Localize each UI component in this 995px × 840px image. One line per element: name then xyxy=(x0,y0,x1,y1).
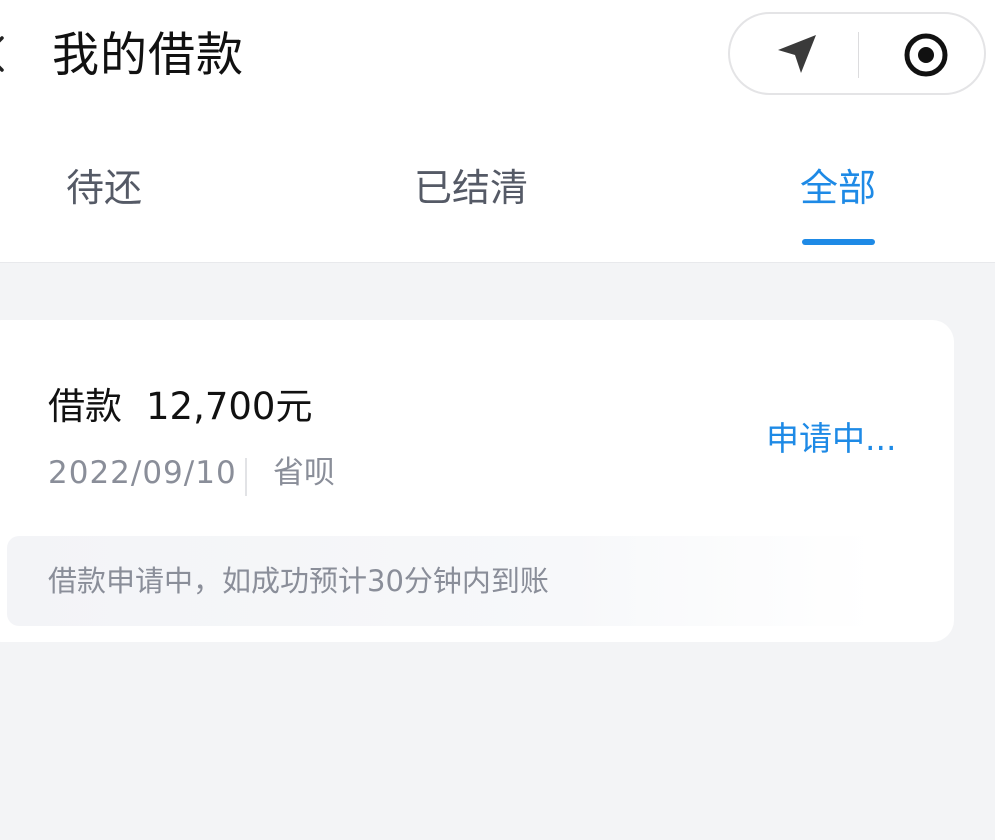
loan-notice: 借款申请中，如成功预计30分钟内到账 xyxy=(7,536,875,626)
capsule-divider xyxy=(858,32,859,78)
target-icon[interactable] xyxy=(902,31,950,79)
page-title: 我的借款 xyxy=(52,28,244,83)
tab-settled[interactable]: 已结清 xyxy=(414,160,528,216)
loan-title: 借款 12,700元 xyxy=(48,380,312,434)
meta-divider xyxy=(245,458,247,496)
loan-date: 2022/09/10 xyxy=(48,455,237,491)
navigation-arrow-icon[interactable] xyxy=(774,31,820,77)
top-bar: 我的借款 待还 已结清 全部 xyxy=(0,0,995,263)
loan-product: 省呗 xyxy=(273,455,335,491)
loan-label: 借款 xyxy=(48,385,122,428)
active-tab-indicator xyxy=(802,239,875,245)
tab-pending[interactable]: 待还 xyxy=(66,160,142,216)
loan-amount: 12,700元 xyxy=(146,385,313,428)
tab-all[interactable]: 全部 xyxy=(800,160,876,216)
back-icon[interactable] xyxy=(0,34,6,74)
mini-program-capsule xyxy=(728,12,986,95)
status-badge: 申请中... xyxy=(766,419,897,458)
notice-text: 借款申请中，如成功预计30分钟内到账 xyxy=(48,564,549,598)
loan-card[interactable]: 借款 12,700元 2022/09/10 省呗 申请中... 借款申请中，如成功… xyxy=(0,320,954,642)
